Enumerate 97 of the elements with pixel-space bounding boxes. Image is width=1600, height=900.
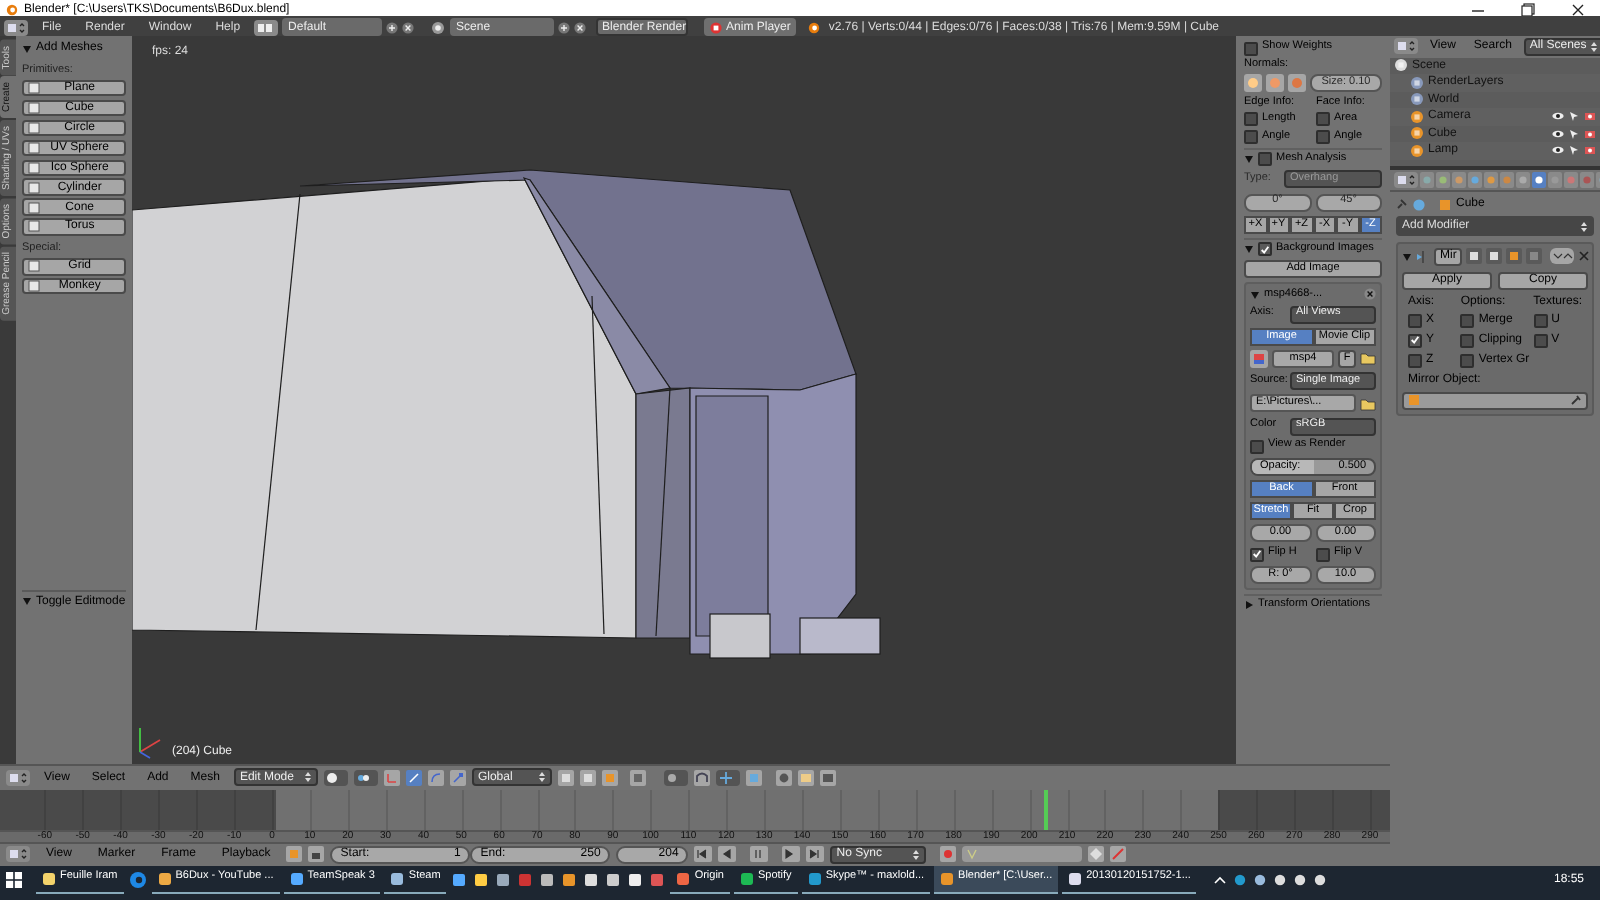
- scene-icon[interactable]: [430, 19, 447, 35]
- image-icon[interactable]: [1250, 349, 1268, 368]
- move-updown-icon[interactable]: [1550, 248, 1575, 264]
- eye-icon[interactable]: [1552, 127, 1564, 140]
- camera-icon[interactable]: [1584, 110, 1596, 123]
- shading-icon[interactable]: [323, 769, 348, 785]
- browser-icon[interactable]: [127, 869, 148, 889]
- context-icon[interactable]: [1436, 171, 1450, 187]
- pivot-icon[interactable]: [353, 769, 378, 785]
- checkbox[interactable]: [1533, 313, 1548, 327]
- blender-logo-icon: [808, 21, 821, 33]
- app-icon: [1068, 871, 1083, 885]
- checkbox[interactable]: [1258, 242, 1272, 256]
- app-icon: [157, 871, 172, 885]
- add-icon[interactable]: [386, 21, 399, 33]
- playback-control-icon[interactable]: [694, 846, 713, 862]
- updown-icon: [1590, 39, 1599, 53]
- lock-icon[interactable]: [308, 846, 325, 862]
- close-icon[interactable]: [1570, 1, 1586, 15]
- checkbox[interactable]: [1316, 112, 1330, 127]
- checkbox[interactable]: [1258, 152, 1272, 167]
- expand-triangle-icon[interactable]: [1402, 251, 1412, 261]
- updown-icon: [303, 770, 312, 784]
- updown-icon: [1580, 219, 1588, 233]
- checkbox[interactable]: [1533, 333, 1548, 347]
- playback-control-icon[interactable]: [782, 846, 801, 862]
- wrench-icon[interactable]: [1532, 171, 1546, 187]
- checkbox[interactable]: [1244, 41, 1258, 55]
- expand-triangle-icon[interactable]: [1244, 244, 1254, 254]
- editor-type-icon[interactable]: [6, 846, 30, 862]
- tray-expand-icon[interactable]: [1212, 871, 1229, 887]
- opengl-anim-icon[interactable]: [819, 769, 836, 785]
- eyedropper-icon[interactable]: [1570, 394, 1582, 406]
- render-preview-icon[interactable]: [775, 769, 792, 785]
- checkbox[interactable]: [1408, 353, 1422, 367]
- collapse-triangle-icon[interactable]: [1244, 600, 1254, 610]
- limit-selection-icon[interactable]: [629, 769, 646, 785]
- expand-triangle-icon[interactable]: [22, 43, 32, 53]
- editor-type-icon[interactable]: [1394, 171, 1418, 187]
- editor-type-icon[interactable]: [6, 769, 30, 785]
- cube-icon: [1438, 197, 1452, 211]
- playback-control-icon[interactable]: [750, 846, 769, 862]
- scene-icon: [1394, 58, 1408, 73]
- current-frame-line: [1044, 789, 1049, 829]
- checkbox[interactable]: [1250, 439, 1264, 454]
- keying-set-field-icon[interactable]: [962, 846, 1083, 862]
- scale-icon[interactable]: [449, 769, 466, 785]
- checkbox[interactable]: [1460, 313, 1475, 327]
- expand-triangle-icon[interactable]: [1250, 289, 1260, 300]
- translate-icon[interactable]: [405, 769, 422, 785]
- normal-display-icon[interactable]: [1244, 74, 1262, 93]
- eye-icon[interactable]: [1552, 144, 1564, 157]
- snap-icon[interactable]: [693, 769, 710, 785]
- app-icon: [807, 871, 822, 885]
- checkbox[interactable]: [1250, 547, 1264, 562]
- folder-icon[interactable]: [1360, 350, 1376, 367]
- mirror-modifier-icon: [1416, 249, 1430, 263]
- app-icon: [42, 871, 56, 885]
- playback-control-icon[interactable]: [806, 846, 825, 862]
- app-icon: [390, 871, 405, 885]
- eye-icon[interactable]: [1552, 110, 1564, 123]
- playback-control-icon[interactable]: [718, 846, 737, 862]
- updown-icon: [537, 770, 546, 784]
- mirror-object-field[interactable]: [1402, 391, 1588, 409]
- checkbox[interactable]: [1408, 313, 1422, 327]
- app-icon: [940, 871, 955, 885]
- camera-icon[interactable]: [1584, 127, 1596, 140]
- checkbox[interactable]: [1244, 130, 1258, 145]
- mesh-object-icon: [1412, 197, 1426, 211]
- app-icon: [289, 871, 304, 885]
- updown-icon: [912, 847, 921, 861]
- add-icon[interactable]: [558, 21, 571, 33]
- rotate-icon[interactable]: [427, 769, 444, 785]
- opengl-render-icon[interactable]: [797, 769, 814, 785]
- editor-type-icon[interactable]: [4, 19, 28, 35]
- cube-icon: [1408, 394, 1420, 406]
- expand-triangle-icon[interactable]: [1244, 154, 1254, 165]
- proportional-edit-icon[interactable]: [663, 769, 688, 785]
- checkbox[interactable]: [1460, 333, 1475, 347]
- maximize-icon[interactable]: [1520, 1, 1536, 15]
- expand-triangle-icon[interactable]: [22, 596, 32, 606]
- folder-icon[interactable]: [1360, 395, 1376, 412]
- camera-icon[interactable]: [1584, 144, 1596, 157]
- checkbox[interactable]: [1244, 112, 1258, 127]
- app-icon: [739, 871, 754, 885]
- checkbox[interactable]: [1316, 547, 1330, 562]
- normal-display-icon[interactable]: [1266, 74, 1284, 93]
- pin-icon[interactable]: [1396, 198, 1408, 210]
- snap-element-icon[interactable]: [715, 769, 740, 785]
- insert-keyframe-icon[interactable]: [1088, 846, 1105, 862]
- editor-type-icon[interactable]: [1394, 38, 1418, 54]
- checkbox[interactable]: [1408, 333, 1422, 347]
- axis-icon: [139, 726, 161, 758]
- checkbox[interactable]: [1316, 130, 1330, 145]
- screen-layout-icon[interactable]: [254, 19, 279, 35]
- stop-icon: [710, 21, 723, 33]
- checkbox[interactable]: [1460, 353, 1475, 367]
